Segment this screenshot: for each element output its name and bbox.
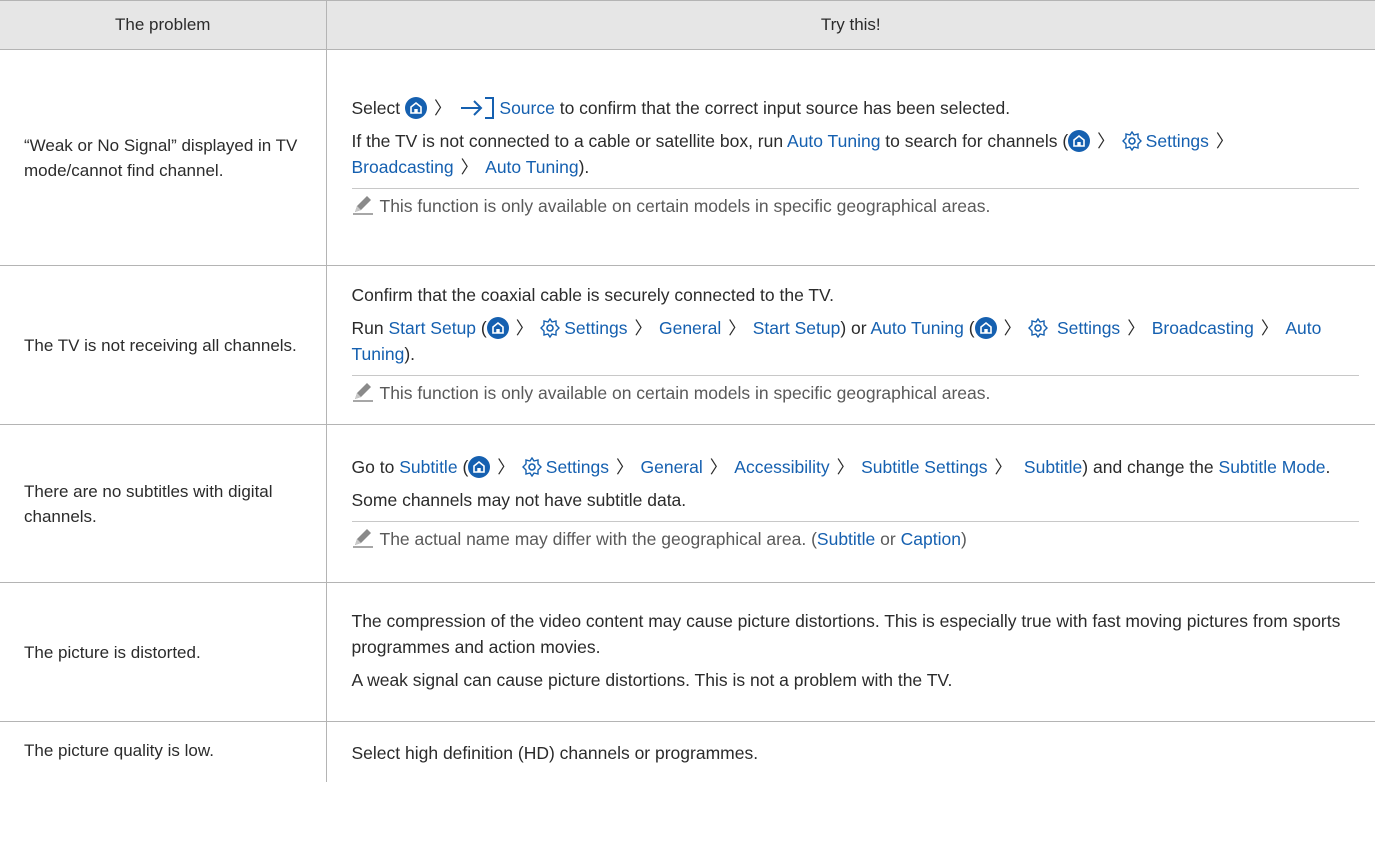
accessibility-link[interactable]: Accessibility <box>734 457 829 477</box>
solution-paragraph: Some channels may not have subtitle data… <box>351 489 687 510</box>
chevron-right-icon: 〉 <box>497 456 515 477</box>
settings-link[interactable]: Settings <box>1146 131 1209 151</box>
troubleshooting-table: The problem Try this! “Weak or No Signal… <box>0 0 1375 782</box>
home-icon <box>974 317 997 339</box>
problem-cell: There are no subtitles with digital chan… <box>0 424 327 583</box>
subtitle-link[interactable]: Subtitle <box>817 529 875 549</box>
chevron-right-icon: 〉 <box>616 456 634 477</box>
home-icon <box>405 96 428 119</box>
auto-tuning-link[interactable]: Auto Tuning <box>787 131 880 151</box>
chevron-right-icon: 〉 <box>460 156 479 177</box>
subtitle-link[interactable]: Subtitle <box>1024 457 1082 477</box>
solution-paragraph: Confirm that the coaxial cable is secure… <box>351 285 835 305</box>
solution-cell: Go to Subtitle (〉 Settings 〉 General 〉 Access… <box>326 424 1375 583</box>
settings-link[interactable]: Settings <box>546 457 609 477</box>
chevron-right-icon: 〉 <box>1260 318 1279 338</box>
chevron-right-icon: 〉 <box>434 97 452 118</box>
note: This function is only available on certa… <box>351 375 1359 410</box>
solution-paragraph: Select 〉 Source to confirm that the corr… <box>351 96 1011 119</box>
settings-link[interactable]: Settings <box>564 318 627 338</box>
problem-cell: The picture quality is low. <box>0 721 327 782</box>
header-problem: The problem <box>0 0 327 50</box>
subtitle-settings-link[interactable]: Subtitle Settings <box>861 457 987 477</box>
gear-icon <box>521 456 542 477</box>
table-row: There are no subtitles with digital chan… <box>0 424 1375 583</box>
home-icon <box>468 455 491 478</box>
solution-paragraph: A weak signal can cause picture distorti… <box>351 670 953 690</box>
chevron-right-icon: 〉 <box>728 318 746 338</box>
solution-paragraph: Go to Subtitle (〉 Settings 〉 General 〉 Access… <box>351 455 1331 478</box>
subtitle-mode-link[interactable]: Subtitle Mode <box>1219 457 1326 477</box>
chevron-right-icon: 〉 <box>1003 318 1022 338</box>
chevron-right-icon: 〉 <box>836 456 855 477</box>
table-row: The TV is not receiving all channels. Co… <box>0 265 1375 425</box>
settings-link[interactable]: Settings <box>1057 318 1120 338</box>
solution-paragraph: The compression of the video content may… <box>351 611 1341 657</box>
header-solution: Try this! <box>326 0 1375 50</box>
solution-cell: Confirm that the coaxial cable is secure… <box>326 265 1375 425</box>
source-link[interactable]: Source <box>499 98 554 118</box>
chevron-right-icon: 〉 <box>515 318 534 338</box>
note: This function is only available on certa… <box>351 187 1359 223</box>
chevron-right-icon: 〉 <box>709 456 728 477</box>
gear-icon <box>1121 130 1142 151</box>
chevron-right-icon: 〉 <box>994 456 1013 477</box>
broadcasting-link[interactable]: Broadcasting <box>1152 318 1254 338</box>
table-header-row: The problem Try this! <box>0 0 1375 50</box>
solution-paragraph: If the TV is not connected to a cable or… <box>352 126 1360 185</box>
pencil-icon <box>352 383 373 402</box>
broadcasting-link[interactable]: Broadcasting <box>352 157 454 177</box>
solution-paragraph: Run Start Setup (〉 Settings 〉 General 〉 Start… <box>351 317 1322 364</box>
home-icon <box>1068 129 1091 152</box>
table-row: The picture quality is low. Select high … <box>0 721 1375 782</box>
general-link[interactable]: General <box>659 318 721 338</box>
solution-cell: Select 〉 Source to confirm that the corr… <box>326 49 1375 266</box>
table-row: “Weak or No Signal” displayed in TV mode… <box>0 49 1375 266</box>
home-icon <box>486 317 509 339</box>
problem-cell: The TV is not receiving all channels. <box>0 265 327 425</box>
general-link[interactable]: General <box>641 457 703 477</box>
auto-tuning-link[interactable]: Auto Tuning <box>870 318 963 338</box>
problem-cell: The picture is distorted. <box>0 582 327 722</box>
gear-icon <box>1028 318 1049 338</box>
solution-cell: The compression of the video content may… <box>326 582 1375 722</box>
solution-cell: Select high definition (HD) channels or … <box>326 722 1375 782</box>
pencil-icon <box>352 195 373 215</box>
chevron-right-icon: 〉 <box>634 318 652 338</box>
chevron-right-icon: 〉 <box>1127 318 1145 338</box>
caption-link[interactable]: Caption <box>901 529 961 549</box>
subtitle-link[interactable]: Subtitle <box>399 457 457 477</box>
auto-tuning-link[interactable]: Auto Tuning <box>485 157 578 177</box>
gear-icon <box>540 318 561 338</box>
chevron-right-icon: 〉 <box>1097 130 1115 151</box>
start-setup-link[interactable]: Start Setup <box>753 318 841 338</box>
problem-cell: “Weak or No Signal” displayed in TV mode… <box>0 49 327 266</box>
table-row: The picture is distorted. The compressio… <box>0 582 1375 722</box>
note: The actual name may differ with the geog… <box>351 520 1359 556</box>
pencil-icon <box>352 528 373 548</box>
chevron-right-icon: 〉 <box>1215 130 1234 151</box>
start-setup-link[interactable]: Start Setup <box>388 318 476 338</box>
solution-paragraph: Select high definition (HD) channels or … <box>351 743 759 763</box>
source-icon <box>460 96 494 119</box>
